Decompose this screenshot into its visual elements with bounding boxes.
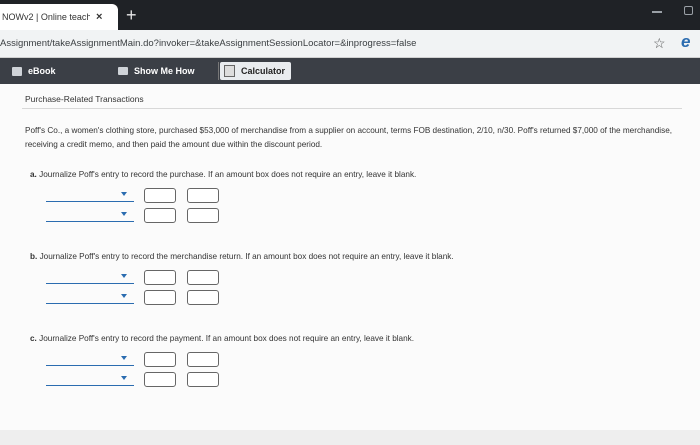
credit-input[interactable] bbox=[187, 352, 219, 367]
credit-input[interactable] bbox=[187, 270, 219, 285]
new-tab-icon[interactable]: + bbox=[126, 6, 137, 24]
credit-input[interactable] bbox=[187, 290, 219, 305]
show-me-how-label: Show Me How bbox=[134, 66, 195, 76]
question-letter: b. bbox=[30, 252, 38, 261]
calculator-button[interactable]: Calculator bbox=[220, 62, 292, 80]
account-select[interactable] bbox=[46, 208, 134, 222]
debit-input[interactable] bbox=[144, 208, 176, 223]
chevron-down-icon bbox=[121, 376, 127, 380]
chevron-down-icon bbox=[121, 192, 127, 196]
account-select[interactable] bbox=[46, 270, 134, 284]
chevron-down-icon bbox=[121, 294, 127, 298]
minimize-icon[interactable] bbox=[652, 11, 662, 13]
calculator-icon bbox=[224, 65, 235, 77]
question-text: Journalize Poff's entry to record the pa… bbox=[39, 334, 415, 343]
credit-input[interactable] bbox=[187, 188, 219, 203]
assignment-toolbar: eBook Show Me How Calculator bbox=[0, 58, 700, 84]
question-c: c. Journalize Poff's entry to record the… bbox=[30, 334, 414, 343]
question-text: Journalize Poff's entry to record the me… bbox=[39, 252, 454, 261]
debit-input[interactable] bbox=[144, 188, 176, 203]
assignment-content: Purchase-Related Transactions Poff's Co.… bbox=[0, 84, 700, 445]
chevron-down-icon bbox=[121, 212, 127, 216]
account-select[interactable] bbox=[46, 290, 134, 304]
debit-input[interactable] bbox=[144, 270, 176, 285]
question-text: Journalize Poff's entry to record the pu… bbox=[39, 170, 417, 179]
calculator-label: Calculator bbox=[241, 66, 286, 76]
chevron-down-icon bbox=[121, 274, 127, 278]
account-select[interactable] bbox=[46, 352, 134, 366]
address-bar: Assignment/takeAssignmentMain.do?invoker… bbox=[0, 30, 700, 58]
question-letter: c. bbox=[30, 334, 37, 343]
credit-input[interactable] bbox=[187, 208, 219, 223]
video-icon bbox=[118, 67, 128, 75]
debit-input[interactable] bbox=[144, 290, 176, 305]
ebook-button[interactable]: eBook bbox=[12, 62, 56, 80]
browser-tab-strip: NOWv2 | Online teachi × + bbox=[0, 0, 700, 30]
tab-title: NOWv2 | Online teachi bbox=[2, 12, 90, 22]
page-bottom-edge bbox=[0, 430, 700, 445]
question-a: a. Journalize Poff's entry to record the… bbox=[30, 170, 416, 179]
question-letter: a. bbox=[30, 170, 37, 179]
ebook-label: eBook bbox=[28, 66, 56, 76]
browser-tab[interactable]: NOWv2 | Online teachi × bbox=[0, 4, 118, 30]
book-icon bbox=[12, 66, 22, 76]
problem-statement: Poff's Co., a women's clothing store, pu… bbox=[25, 126, 673, 149]
toolbar-divider bbox=[218, 62, 219, 80]
chevron-down-icon bbox=[121, 356, 127, 360]
section-title: Purchase-Related Transactions bbox=[25, 94, 144, 104]
debit-input[interactable] bbox=[144, 352, 176, 367]
debit-input[interactable] bbox=[144, 372, 176, 387]
section-divider bbox=[22, 108, 682, 109]
show-me-how-button[interactable]: Show Me How bbox=[118, 62, 195, 80]
maximize-icon[interactable] bbox=[684, 6, 693, 15]
credit-input[interactable] bbox=[187, 372, 219, 387]
account-select[interactable] bbox=[46, 372, 134, 386]
url-field[interactable]: Assignment/takeAssignmentMain.do?invoker… bbox=[0, 38, 416, 49]
bookmark-star-icon[interactable]: ☆ bbox=[653, 35, 666, 52]
tab-close-icon[interactable]: × bbox=[96, 11, 102, 23]
question-b: b. Journalize Poff's entry to record the… bbox=[30, 252, 454, 261]
account-select[interactable] bbox=[46, 188, 134, 202]
profile-icon[interactable]: e bbox=[681, 32, 690, 52]
